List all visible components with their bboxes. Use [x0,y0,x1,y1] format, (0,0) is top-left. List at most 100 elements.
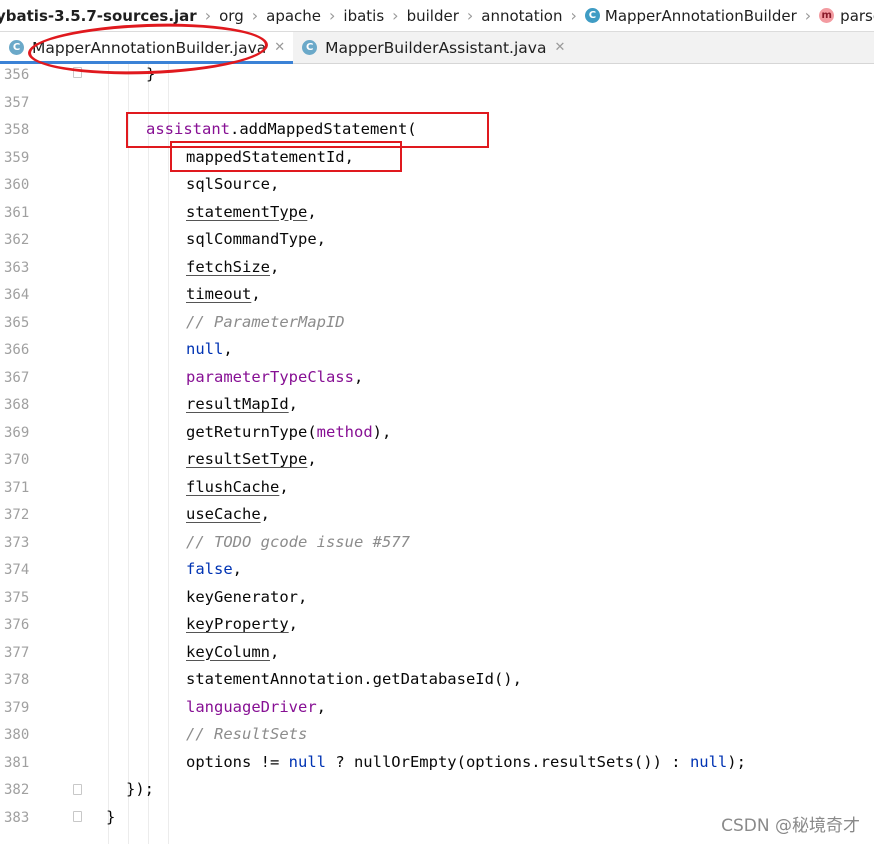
line-number: 369 [4,424,30,441]
code-line[interactable]: parameterTypeClass, [186,368,363,386]
close-icon[interactable]: ✕ [554,40,565,55]
code-token: , [297,587,308,606]
breadcrumb-label: ibatis [343,6,385,25]
fold-marker[interactable] [73,784,82,795]
indent-guide [148,64,149,844]
code-line[interactable]: false, [186,560,242,578]
code-token: null [288,752,326,771]
code-token: fetchSize [186,257,270,276]
code-token: statementType [186,202,308,221]
code-token: , [307,450,317,468]
breadcrumb-item[interactable]: ibatis [337,7,390,25]
highlight-box-mapped-statement-id [170,141,402,172]
code-token: false [186,560,233,578]
breadcrumb-separator-icon: › [204,6,212,25]
breadcrumb-label: org [219,6,244,25]
code-token: } [106,807,116,826]
breadcrumb-separator-icon: › [251,6,259,25]
code-line[interactable]: keyColumn, [186,643,279,661]
code-line[interactable]: } [106,808,115,826]
line-number: 358 [4,122,30,138]
code-line[interactable]: statementType, [186,203,317,221]
breadcrumb-item[interactable]: m parseState [813,7,874,25]
code-line[interactable]: getReturnType(method), [186,423,391,441]
line-number: 374 [4,562,30,578]
line-number: 366 [4,342,30,358]
code-token: languageDriver [186,697,317,716]
code-token: keyColumn [186,642,270,661]
code-token: , [316,697,326,716]
code-token: parameterTypeClass [186,367,354,386]
breadcrumb-item[interactable]: builder [401,7,465,25]
code-token: ), [372,422,392,441]
line-number: 378 [4,672,30,688]
line-number: 362 [4,232,30,248]
breadcrumb-item[interactable]: ybatis-3.5.7-sources.jar [0,7,203,25]
code-line[interactable]: fetchSize, [186,258,279,276]
line-number: 363 [4,259,30,276]
line-number: 381 [4,754,30,771]
breadcrumb-label: MapperAnnotationBuilder [604,6,797,25]
code-token: , [251,285,261,303]
breadcrumb-item[interactable]: annotation [475,7,568,25]
code-token: resultSetType [186,450,308,468]
code-editor[interactable]: 356 357 358 359 360 361 362 363 364 365 366 367 368 3… [0,64,874,844]
code-line[interactable]: statementAnnotation.getDatabaseId(), [186,670,522,688]
code-token: , [288,395,298,413]
breadcrumb-separator-icon: › [466,6,474,25]
code-line[interactable]: keyProperty, [186,615,298,633]
code-line[interactable]: resultMapId, [186,395,298,413]
line-number: 379 [4,699,30,716]
code-line[interactable]: languageDriver, [186,698,326,716]
breadcrumb-item[interactable]: apache [260,7,327,25]
code-line[interactable]: options != null ? nullOrEmpty(options.re… [186,753,746,771]
breadcrumb-separator-icon: › [570,6,577,25]
code-token: , [260,505,270,523]
breadcrumb-separator-icon: › [392,6,399,25]
tab-file[interactable]: C MapperBuilderAssistant.java ✕ [293,32,573,63]
method-icon: m [819,8,835,23]
line-number: 359 [4,149,30,166]
breadcrumb-label: apache [266,6,322,25]
code-line[interactable]: }); [126,780,154,798]
line-number: 377 [4,644,30,661]
line-number: 371 [4,479,30,496]
code-line[interactable]: // ParameterMapID [186,313,345,331]
code-token: null [186,340,224,358]
breadcrumb-separator-icon: › [329,6,336,25]
code-token: options != [186,752,289,771]
code-line[interactable]: null, [186,340,233,358]
code-line[interactable]: // TODO gcode issue #577 [186,533,410,551]
code-line[interactable]: // ResultSets [186,725,307,743]
breadcrumb-item[interactable]: org [213,7,250,25]
code-token: flushCache [186,477,280,496]
code-token: // ParameterMapID [186,312,345,331]
line-number: 364 [4,287,30,303]
line-number: 367 [4,369,30,386]
code-token: statementAnnotation.getDatabaseId(), [186,670,522,688]
indent-guide [128,64,129,844]
code-line[interactable]: useCache, [186,505,270,523]
code-line[interactable]: keyGenerator, [186,588,307,606]
code-token: // ResultSets [186,725,308,743]
code-token: ); [727,752,746,771]
code-token: sqlCommandType [186,230,317,248]
line-number: 383 [4,809,30,826]
code-token: , [270,175,280,193]
code-token: useCache [186,505,261,523]
line-number: 356 [4,67,30,83]
code-line[interactable]: resultSetType, [186,450,317,468]
breadcrumb-separator-icon: › [804,6,812,25]
close-icon[interactable]: ✕ [274,40,285,55]
code-line[interactable]: sqlSource, [186,175,279,193]
code-line[interactable]: timeout, [186,285,261,303]
line-number: 376 [4,617,30,633]
indent-guide [168,64,169,844]
breadcrumb-label: parseState [840,6,874,25]
code-token: , [279,477,289,496]
fold-marker[interactable] [73,811,82,822]
code-line[interactable]: sqlCommandType, [186,230,326,248]
line-number: 372 [4,507,30,523]
breadcrumb-item[interactable]: C MapperAnnotationBuilder [579,7,803,25]
code-line[interactable]: flushCache, [186,478,289,496]
